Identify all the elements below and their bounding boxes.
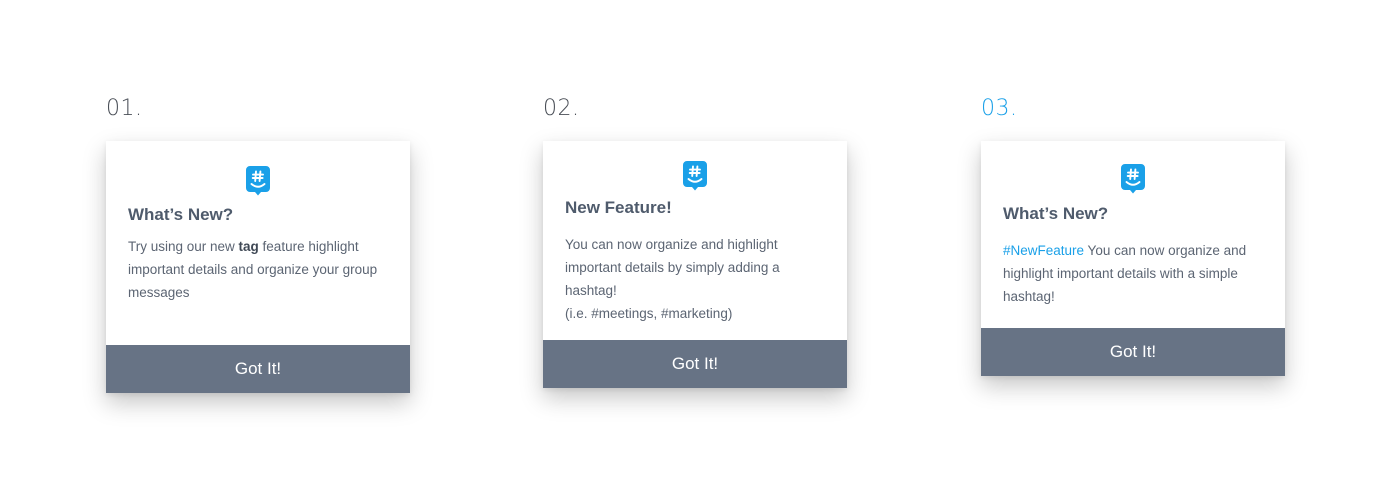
groupme-logo-icon: [683, 161, 707, 191]
card-title: What’s New?: [128, 205, 234, 224]
variant-number: 01.: [106, 96, 143, 121]
got-it-button[interactable]: Got It!: [543, 340, 847, 388]
tag-keyword: tag: [238, 239, 259, 254]
variant-number: 03.: [981, 96, 1018, 121]
card-message: #NewFeature You can now organize and hig…: [1003, 239, 1269, 308]
new-feature-card: New Feature! You can now organize and hi…: [543, 141, 847, 388]
groupme-logo-icon: [246, 166, 270, 196]
variant-number: 02.: [543, 96, 580, 121]
message-examples: (i.e. #meetings, #marketing): [565, 306, 733, 321]
card-title: What’s New?: [1003, 204, 1109, 223]
got-it-button[interactable]: Got It!: [106, 345, 410, 393]
message-text: You can now organize and highlight impor…: [565, 237, 780, 298]
got-it-button[interactable]: Got It!: [981, 328, 1285, 376]
card-title: New Feature!: [565, 198, 672, 217]
hashtag-link[interactable]: #NewFeature: [1003, 243, 1084, 258]
card-message: Try using our new tag feature highlight …: [128, 235, 394, 304]
whats-new-card: What’s New? #NewFeature You can now orga…: [981, 141, 1285, 376]
card-message: You can now organize and highlight impor…: [565, 233, 831, 325]
groupme-logo-icon: [1121, 164, 1145, 194]
message-text: Try using our new: [128, 239, 239, 254]
whats-new-card: What’s New? Try using our new tag featur…: [106, 141, 410, 393]
